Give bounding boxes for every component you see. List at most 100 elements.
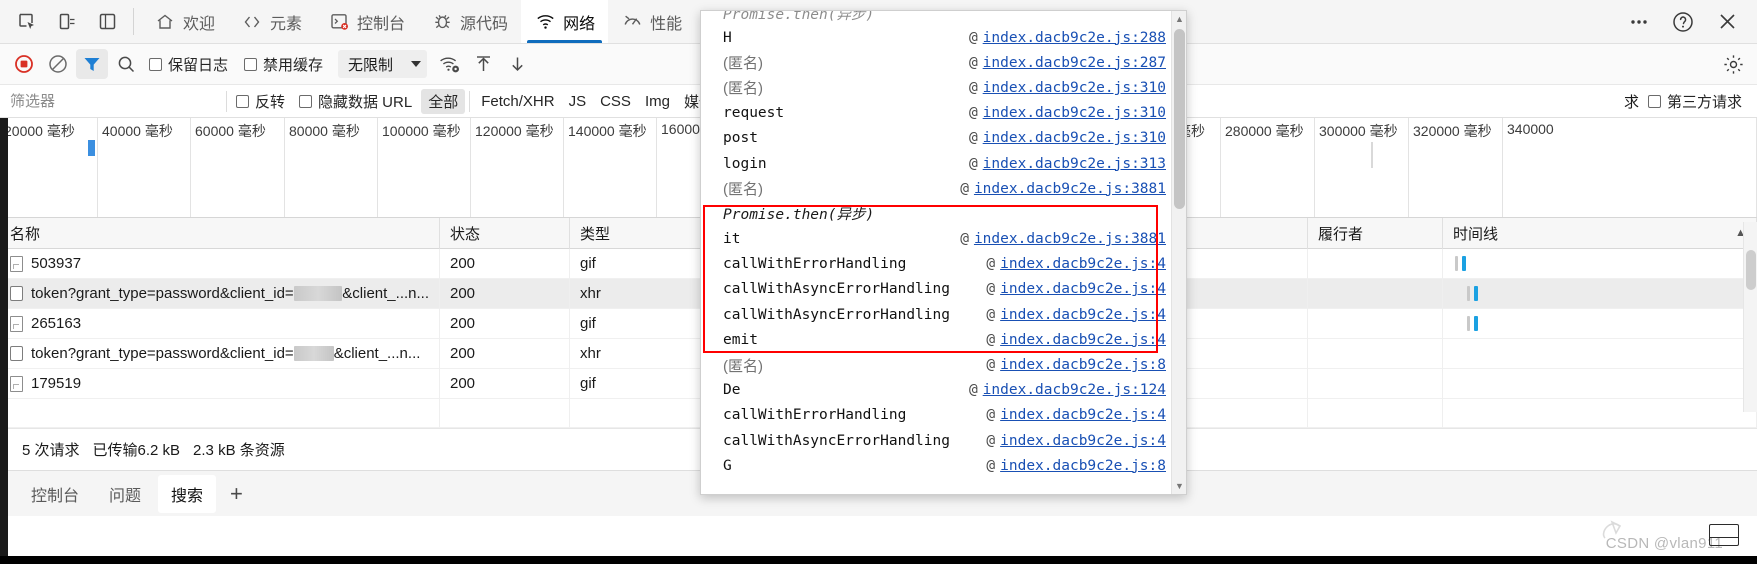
- frame-function: (匿名): [723, 55, 763, 73]
- callstack-frame[interactable]: (匿名) @ index.dacb9c2e.js:8: [701, 352, 1172, 377]
- frame-source-link[interactable]: index.dacb9c2e.js:4: [1000, 433, 1166, 449]
- initiator-callstack-popup[interactable]: Promise.then(异步) H @ index.dacb9c2e.js:2…: [700, 10, 1187, 495]
- filter-type-js[interactable]: JS: [562, 91, 594, 112]
- device-toggle-icon[interactable]: [48, 5, 86, 39]
- frame-source-link[interactable]: index.dacb9c2e.js:288: [983, 30, 1166, 46]
- scroll-up-arrow-icon[interactable]: ▲: [1172, 11, 1186, 27]
- frame-source-link[interactable]: index.dacb9c2e.js:4: [1000, 407, 1166, 423]
- hide-data-urls-checkbox[interactable]: 隐藏数据 URL: [294, 91, 421, 112]
- cell-name: 179519: [0, 368, 440, 399]
- invert-checkbox[interactable]: 反转: [231, 91, 294, 112]
- filter-type-fetch-xhr[interactable]: Fetch/XHR: [474, 91, 561, 112]
- frame-source-link[interactable]: index.dacb9c2e.js:313: [983, 156, 1166, 172]
- column-header-name[interactable]: 名称: [0, 217, 440, 249]
- column-header-status[interactable]: 状态: [440, 217, 570, 249]
- callstack-frame[interactable]: callWithAsyncErrorHandling @ index.dacb9…: [701, 277, 1172, 302]
- drawer-tab-issues[interactable]: 问题: [96, 475, 154, 513]
- tab-console[interactable]: 控制台: [315, 0, 418, 43]
- callstack-frame[interactable]: callWithErrorHandling @ index.dacb9c2e.j…: [701, 252, 1172, 277]
- tab-welcome[interactable]: 欢迎: [141, 0, 228, 43]
- frame-source-link[interactable]: index.dacb9c2e.js:310: [983, 105, 1166, 121]
- scroll-down-arrow-icon[interactable]: ▼: [1172, 478, 1186, 494]
- tab-network[interactable]: 网络: [521, 0, 609, 43]
- filter-type-css[interactable]: CSS: [593, 91, 638, 112]
- callstack-frame[interactable]: De @ index.dacb9c2e.js:124: [701, 378, 1172, 403]
- callstack-frame[interactable]: login @ index.dacb9c2e.js:313: [701, 151, 1172, 176]
- search-icon[interactable]: [110, 49, 142, 79]
- dock-to-bottom-icon[interactable]: [1709, 524, 1739, 546]
- async-marker-label: Promise.then(异步): [723, 207, 875, 224]
- frame-source-link[interactable]: index.dacb9c2e.js:310: [983, 130, 1166, 146]
- preserve-log-checkbox[interactable]: 保留日志: [144, 54, 237, 75]
- callstack-frame[interactable]: (匿名) @ index.dacb9c2e.js:287: [701, 50, 1172, 75]
- frame-source-link[interactable]: index.dacb9c2e.js:4: [1000, 256, 1166, 272]
- request-name-prefix: token?grant_type=password&client_id=: [31, 345, 294, 362]
- tab-elements[interactable]: 元素: [228, 0, 315, 43]
- frame-source-link[interactable]: index.dacb9c2e.js:124: [983, 382, 1166, 398]
- callstack-frame[interactable]: emit @ index.dacb9c2e.js:4: [701, 327, 1172, 352]
- callstack-frame[interactable]: (匿名) @ index.dacb9c2e.js:310: [701, 75, 1172, 100]
- record-button[interactable]: [8, 49, 40, 79]
- tick-label: 40000 毫秒: [102, 123, 173, 139]
- at-symbol: @: [986, 432, 996, 449]
- frame-function: post: [723, 130, 758, 147]
- export-har-icon[interactable]: [501, 49, 533, 79]
- column-header-timeline[interactable]: 时间线 ▲: [1443, 217, 1757, 249]
- timeline-bar-waiting: [1455, 256, 1458, 271]
- callstack-frame[interactable]: (匿名) @ index.dacb9c2e.js:3881: [701, 176, 1172, 201]
- frame-source-link[interactable]: index.dacb9c2e.js:4: [1000, 332, 1166, 348]
- table-scrollbar[interactable]: [1743, 222, 1757, 412]
- callstack-frame[interactable]: request @ index.dacb9c2e.js:310: [701, 101, 1172, 126]
- drawer-tab-search[interactable]: 搜索: [158, 474, 217, 513]
- timeline-bar-waiting: [1467, 316, 1470, 331]
- callstack-frame[interactable]: H @ index.dacb9c2e.js:288: [701, 25, 1172, 50]
- frame-function: callWithErrorHandling: [723, 256, 907, 273]
- callstack-frame[interactable]: callWithAsyncErrorHandling @ index.dacb9…: [701, 428, 1172, 453]
- callstack-frame[interactable]: it @ index.dacb9c2e.js:3881: [701, 227, 1172, 252]
- tab-performance[interactable]: 性能: [608, 0, 695, 43]
- frame-source-link[interactable]: index.dacb9c2e.js:8: [1000, 458, 1166, 474]
- frame-source-link[interactable]: index.dacb9c2e.js:8: [1000, 357, 1166, 373]
- clear-button[interactable]: [42, 49, 74, 79]
- frame-source-link[interactable]: index.dacb9c2e.js:287: [983, 55, 1166, 71]
- cell-initiator: [1308, 278, 1443, 309]
- frame-source-link[interactable]: index.dacb9c2e.js:4: [1000, 281, 1166, 297]
- filter-button[interactable]: [76, 49, 108, 79]
- close-icon[interactable]: [1707, 4, 1747, 40]
- tick-label: 120000 毫秒: [475, 123, 554, 139]
- panel-layout-icon[interactable]: [88, 5, 126, 39]
- throttle-dropdown[interactable]: 无限制: [338, 50, 428, 78]
- column-label: 时间线: [1453, 225, 1499, 243]
- more-options-icon[interactable]: [1619, 4, 1659, 40]
- third-party-checkbox[interactable]: 第三方请求: [1643, 91, 1751, 112]
- tab-sources[interactable]: 源代码: [418, 0, 521, 43]
- disable-cache-checkbox[interactable]: 禁用缓存: [239, 54, 332, 75]
- table-scrollbar-thumb[interactable]: [1746, 250, 1756, 290]
- cell-timeline: [1443, 278, 1757, 309]
- inspect-icon[interactable]: [8, 5, 46, 39]
- filter-type-img[interactable]: Img: [638, 91, 677, 112]
- callstack-frame[interactable]: callWithErrorHandling @ index.dacb9c2e.j…: [701, 403, 1172, 428]
- help-icon[interactable]: [1663, 4, 1703, 40]
- cell-empty: [1443, 398, 1757, 428]
- network-conditions-icon[interactable]: [433, 49, 465, 79]
- popup-scrollbar-thumb[interactable]: [1174, 29, 1185, 209]
- frame-source-link[interactable]: index.dacb9c2e.js:4: [1000, 307, 1166, 323]
- import-har-icon[interactable]: [467, 49, 499, 79]
- filter-type-all[interactable]: 全部: [421, 88, 466, 114]
- callstack-frame[interactable]: callWithAsyncErrorHandling @ index.dacb9…: [701, 302, 1172, 327]
- frame-source-link[interactable]: index.dacb9c2e.js:310: [983, 80, 1166, 96]
- popup-scrollbar[interactable]: ▲ ▼: [1171, 11, 1186, 494]
- add-drawer-tab-button[interactable]: +: [220, 482, 253, 505]
- frame-source-link[interactable]: index.dacb9c2e.js:3881: [974, 181, 1166, 197]
- filter-input[interactable]: [0, 84, 222, 118]
- frame-source-link[interactable]: index.dacb9c2e.js:3881: [974, 231, 1166, 247]
- drawer-tab-console[interactable]: 控制台: [18, 475, 92, 513]
- tabbar-left-icons: [0, 0, 126, 43]
- settings-gear-icon[interactable]: [1717, 49, 1749, 79]
- xhr-icon: [10, 286, 23, 301]
- callstack-frame[interactable]: G @ index.dacb9c2e.js:8: [701, 453, 1172, 478]
- column-header-initiator[interactable]: 履行者: [1308, 217, 1443, 249]
- at-symbol: @: [986, 331, 996, 348]
- callstack-frame[interactable]: post @ index.dacb9c2e.js:310: [701, 126, 1172, 151]
